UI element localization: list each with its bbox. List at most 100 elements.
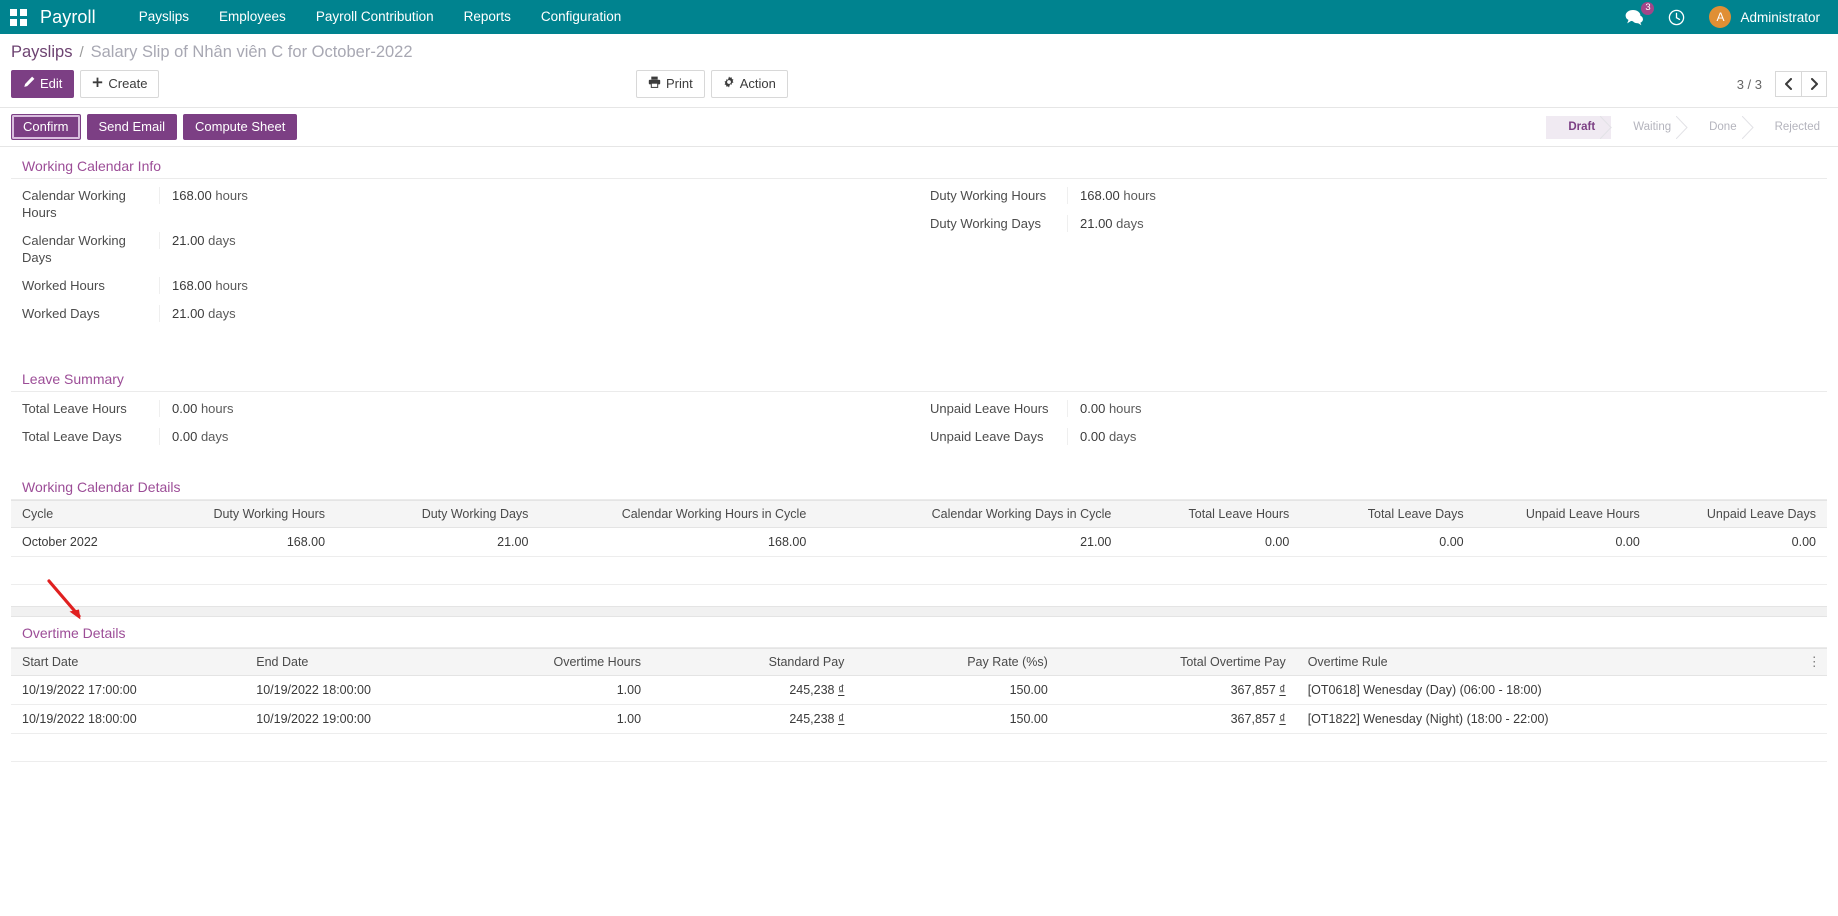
confirm-button[interactable]: Confirm xyxy=(11,114,81,140)
activities-button[interactable] xyxy=(1656,0,1697,34)
table-header-row: Cycle Duty Working Hours Duty Working Da… xyxy=(11,501,1827,528)
currency-symbol: ₫ xyxy=(1279,712,1285,726)
cell-total-leave-hours: 0.00 xyxy=(1122,528,1300,557)
field-unpaid-leave-hours: Unpaid Leave Hours 0.00 hours xyxy=(919,394,1805,422)
column-header-total-leave-hours[interactable]: Total Leave Hours xyxy=(1122,501,1300,528)
cell-optional-spacer xyxy=(1802,676,1827,705)
create-button[interactable]: Create xyxy=(80,70,159,98)
column-header-pay-rate[interactable]: Pay Rate (%s) xyxy=(855,649,1058,676)
field-value: 21.00 days xyxy=(159,305,897,322)
column-header-overtime-rule[interactable]: Overtime Rule xyxy=(1297,649,1802,676)
stage-waiting-label: Waiting xyxy=(1633,121,1671,133)
table-row[interactable]: 10/19/2022 17:00:00 10/19/2022 18:00:00 … xyxy=(11,676,1827,705)
table-row[interactable]: 10/19/2022 18:00:00 10/19/2022 19:00:00 … xyxy=(11,705,1827,734)
column-header-unpaid-leave-days[interactable]: Unpaid Leave Days xyxy=(1651,501,1827,528)
sheet-content: Working Calendar Info Calendar Working H… xyxy=(0,147,1838,762)
avatar: A xyxy=(1709,6,1731,28)
overtime-details-section: Overtime Details Start Date End Date Ove… xyxy=(11,617,1827,762)
compute-sheet-button[interactable]: Compute Sheet xyxy=(183,114,297,140)
pager-previous-button[interactable] xyxy=(1775,71,1801,97)
field-value: 168.00 hours xyxy=(159,277,897,294)
field-label: Duty Working Days xyxy=(919,215,1067,232)
working-calendar-info-left-column: Calendar Working Hours 168.00 hours Cale… xyxy=(11,181,919,327)
edit-button[interactable]: Edit xyxy=(11,70,74,98)
value-number: 168.00 xyxy=(172,278,212,293)
value-unit: hours xyxy=(1109,401,1142,416)
working-calendar-info-right-column: Duty Working Hours 168.00 hours Duty Wor… xyxy=(919,181,1827,327)
breadcrumb-current-record: Salary Slip of Nhân viên C for October-2… xyxy=(91,43,413,62)
menu-item-payroll-contribution[interactable]: Payroll Contribution xyxy=(301,0,449,34)
create-button-label: Create xyxy=(108,76,147,92)
cell-calendar-working-days-in-cycle: 21.00 xyxy=(817,528,1122,557)
menu-item-configuration[interactable]: Configuration xyxy=(526,0,636,34)
group-title-working-calendar-info: Working Calendar Info xyxy=(11,147,1827,179)
cell-duty-working-days: 21.00 xyxy=(336,528,539,557)
column-header-calendar-working-days-in-cycle[interactable]: Calendar Working Days in Cycle xyxy=(817,501,1122,528)
currency-symbol: ₫ xyxy=(838,683,844,697)
app-brand-payroll[interactable]: Payroll xyxy=(40,7,96,28)
column-header-standard-pay[interactable]: Standard Pay xyxy=(652,649,855,676)
chevron-right-icon xyxy=(1810,78,1819,90)
status-pipeline: Draft Waiting Done Rejected xyxy=(1546,116,1836,139)
menu-item-payslips[interactable]: Payslips xyxy=(124,0,204,34)
field-label: Total Leave Days xyxy=(11,428,159,445)
column-header-overtime-hours[interactable]: Overtime Hours xyxy=(449,649,652,676)
column-header-total-overtime-pay[interactable]: Total Overtime Pay xyxy=(1059,649,1297,676)
pager-next-button[interactable] xyxy=(1801,71,1827,97)
cell-unpaid-leave-days: 0.00 xyxy=(1651,528,1827,557)
value-number: 21.00 xyxy=(172,233,205,248)
cell-cycle: October 2022 xyxy=(11,528,158,557)
amount-value: 245,238 xyxy=(789,683,834,697)
send-email-button[interactable]: Send Email xyxy=(87,114,177,140)
cell-duty-working-hours: 168.00 xyxy=(158,528,336,557)
cell-total-leave-days: 0.00 xyxy=(1300,528,1474,557)
user-menu[interactable]: A Administrator xyxy=(1697,0,1824,34)
table-row[interactable]: October 2022 168.00 21.00 168.00 21.00 0… xyxy=(11,528,1827,557)
field-calendar-working-days: Calendar Working Days 21.00 days xyxy=(11,226,897,271)
cell-optional-spacer xyxy=(1802,705,1827,734)
stage-done[interactable]: Done xyxy=(1687,116,1753,139)
column-header-duty-working-days[interactable]: Duty Working Days xyxy=(336,501,539,528)
menu-item-employees[interactable]: Employees xyxy=(204,0,301,34)
apps-grid-icon[interactable] xyxy=(10,9,27,26)
empty-row-cell xyxy=(11,734,1827,762)
value-number: 21.00 xyxy=(172,306,205,321)
user-name-label: Administrator xyxy=(1740,10,1820,25)
group-spacer xyxy=(11,327,1827,360)
stage-waiting[interactable]: Waiting xyxy=(1611,116,1687,139)
cell-overtime-hours: 1.00 xyxy=(449,676,652,705)
stage-rejected[interactable]: Rejected xyxy=(1753,116,1836,139)
optional-columns-toggle[interactable]: ⋮ xyxy=(1802,649,1827,676)
field-value: 0.00 days xyxy=(1067,428,1805,445)
value-number: 0.00 xyxy=(172,429,197,444)
column-header-duty-working-hours[interactable]: Duty Working Hours xyxy=(158,501,336,528)
field-worked-hours: Worked Hours 168.00 hours xyxy=(11,271,897,299)
value-unit: days xyxy=(1109,429,1136,444)
action-button[interactable]: Action xyxy=(711,70,788,98)
stage-draft[interactable]: Draft xyxy=(1546,116,1611,139)
field-value: 0.00 hours xyxy=(1067,400,1805,417)
field-label: Duty Working Hours xyxy=(919,187,1067,204)
cell-total-overtime-pay: 367,857 ₫ xyxy=(1059,676,1297,705)
column-header-unpaid-leave-hours[interactable]: Unpaid Leave Hours xyxy=(1475,501,1651,528)
cell-overtime-rule: [OT0618] Wenesday (Day) (06:00 - 18:00) xyxy=(1297,676,1802,705)
field-label: Calendar Working Hours xyxy=(11,187,159,221)
column-header-start-date[interactable]: Start Date xyxy=(11,649,245,676)
column-header-cycle[interactable]: Cycle xyxy=(11,501,158,528)
column-header-end-date[interactable]: End Date xyxy=(245,649,448,676)
menu-item-reports[interactable]: Reports xyxy=(449,0,526,34)
column-header-calendar-working-hours-in-cycle[interactable]: Calendar Working Hours in Cycle xyxy=(539,501,817,528)
messages-button[interactable]: 3 xyxy=(1613,0,1656,34)
cell-standard-pay: 245,238 ₫ xyxy=(652,705,855,734)
print-button[interactable]: Print xyxy=(636,70,705,98)
leave-summary-left-column: Total Leave Hours 0.00 hours Total Leave… xyxy=(11,394,919,450)
currency-symbol: ₫ xyxy=(1279,683,1285,697)
breadcrumb-item-payslips[interactable]: Payslips xyxy=(11,43,72,62)
stage-draft-label: Draft xyxy=(1568,121,1595,133)
value-unit: hours xyxy=(215,188,248,203)
value-unit: days xyxy=(1116,216,1143,231)
column-header-total-leave-days[interactable]: Total Leave Days xyxy=(1300,501,1474,528)
cell-calendar-working-hours-in-cycle: 168.00 xyxy=(539,528,817,557)
field-value: 168.00 hours xyxy=(159,187,897,204)
cell-end-date: 10/19/2022 19:00:00 xyxy=(245,705,448,734)
